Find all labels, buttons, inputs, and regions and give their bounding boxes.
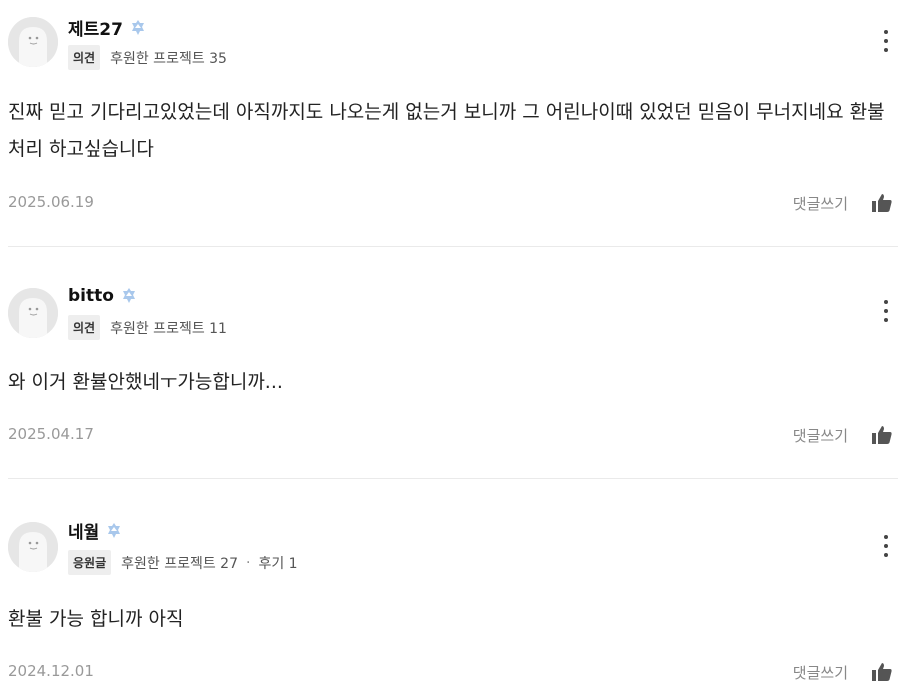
- reply-button[interactable]: 댓글쓰기: [793, 193, 848, 214]
- supporter-badge-icon: [108, 522, 121, 538]
- thumbs-up-icon[interactable]: [870, 423, 894, 447]
- comment-date: 2024.12.01: [8, 662, 94, 680]
- default-avatar-icon: [8, 17, 58, 67]
- default-avatar-icon: [8, 288, 58, 338]
- reply-button[interactable]: 댓글쓰기: [793, 662, 848, 683]
- supporter-badge-icon: [131, 19, 144, 35]
- backed-projects-count: 후원한 프로젝트 27: [121, 555, 238, 572]
- comment-body: 와 이거 환뷸안했네ㅜ가능합니까...: [8, 371, 283, 393]
- avatar[interactable]: [8, 17, 58, 67]
- reviews-count: 후기 1: [258, 555, 298, 572]
- more-options-button[interactable]: [880, 300, 892, 322]
- avatar[interactable]: [8, 522, 58, 572]
- thumbs-up-icon[interactable]: [870, 660, 894, 684]
- author-name[interactable]: bitto: [68, 286, 114, 306]
- divider: [8, 246, 898, 247]
- divider: [8, 478, 898, 479]
- avatar[interactable]: [8, 288, 58, 338]
- backed-projects-count: 후원한 프로젝트 11: [110, 320, 227, 337]
- comment-type-tag: 응원글: [68, 550, 112, 575]
- supporter-badge-icon: [122, 288, 135, 303]
- comment-date: 2025.06.19: [8, 193, 94, 211]
- reply-button[interactable]: 댓글쓰기: [793, 425, 848, 446]
- author-name[interactable]: 네월: [68, 518, 99, 543]
- thumbs-up-icon[interactable]: [870, 191, 894, 215]
- default-avatar-icon: [8, 522, 58, 572]
- comment-body: 진짜 믿고 기다리고있었는데 아직까지도 나오는게 없는거 보니까 그 어린나이…: [8, 101, 885, 160]
- backed-projects-count: 후원한 프로젝트 35: [110, 50, 227, 67]
- more-vertical-icon: [884, 535, 888, 539]
- comment-date: 2025.04.17: [8, 425, 94, 443]
- more-vertical-icon: [884, 300, 888, 304]
- more-vertical-icon: [884, 30, 888, 34]
- comment-body: 환불 가능 합니까 아직: [8, 608, 184, 630]
- more-options-button[interactable]: [880, 30, 892, 52]
- comment-type-tag: 의견: [68, 315, 101, 340]
- author-name[interactable]: 제트27: [68, 15, 123, 40]
- more-options-button[interactable]: [880, 535, 892, 557]
- comment-type-tag: 의견: [68, 45, 101, 70]
